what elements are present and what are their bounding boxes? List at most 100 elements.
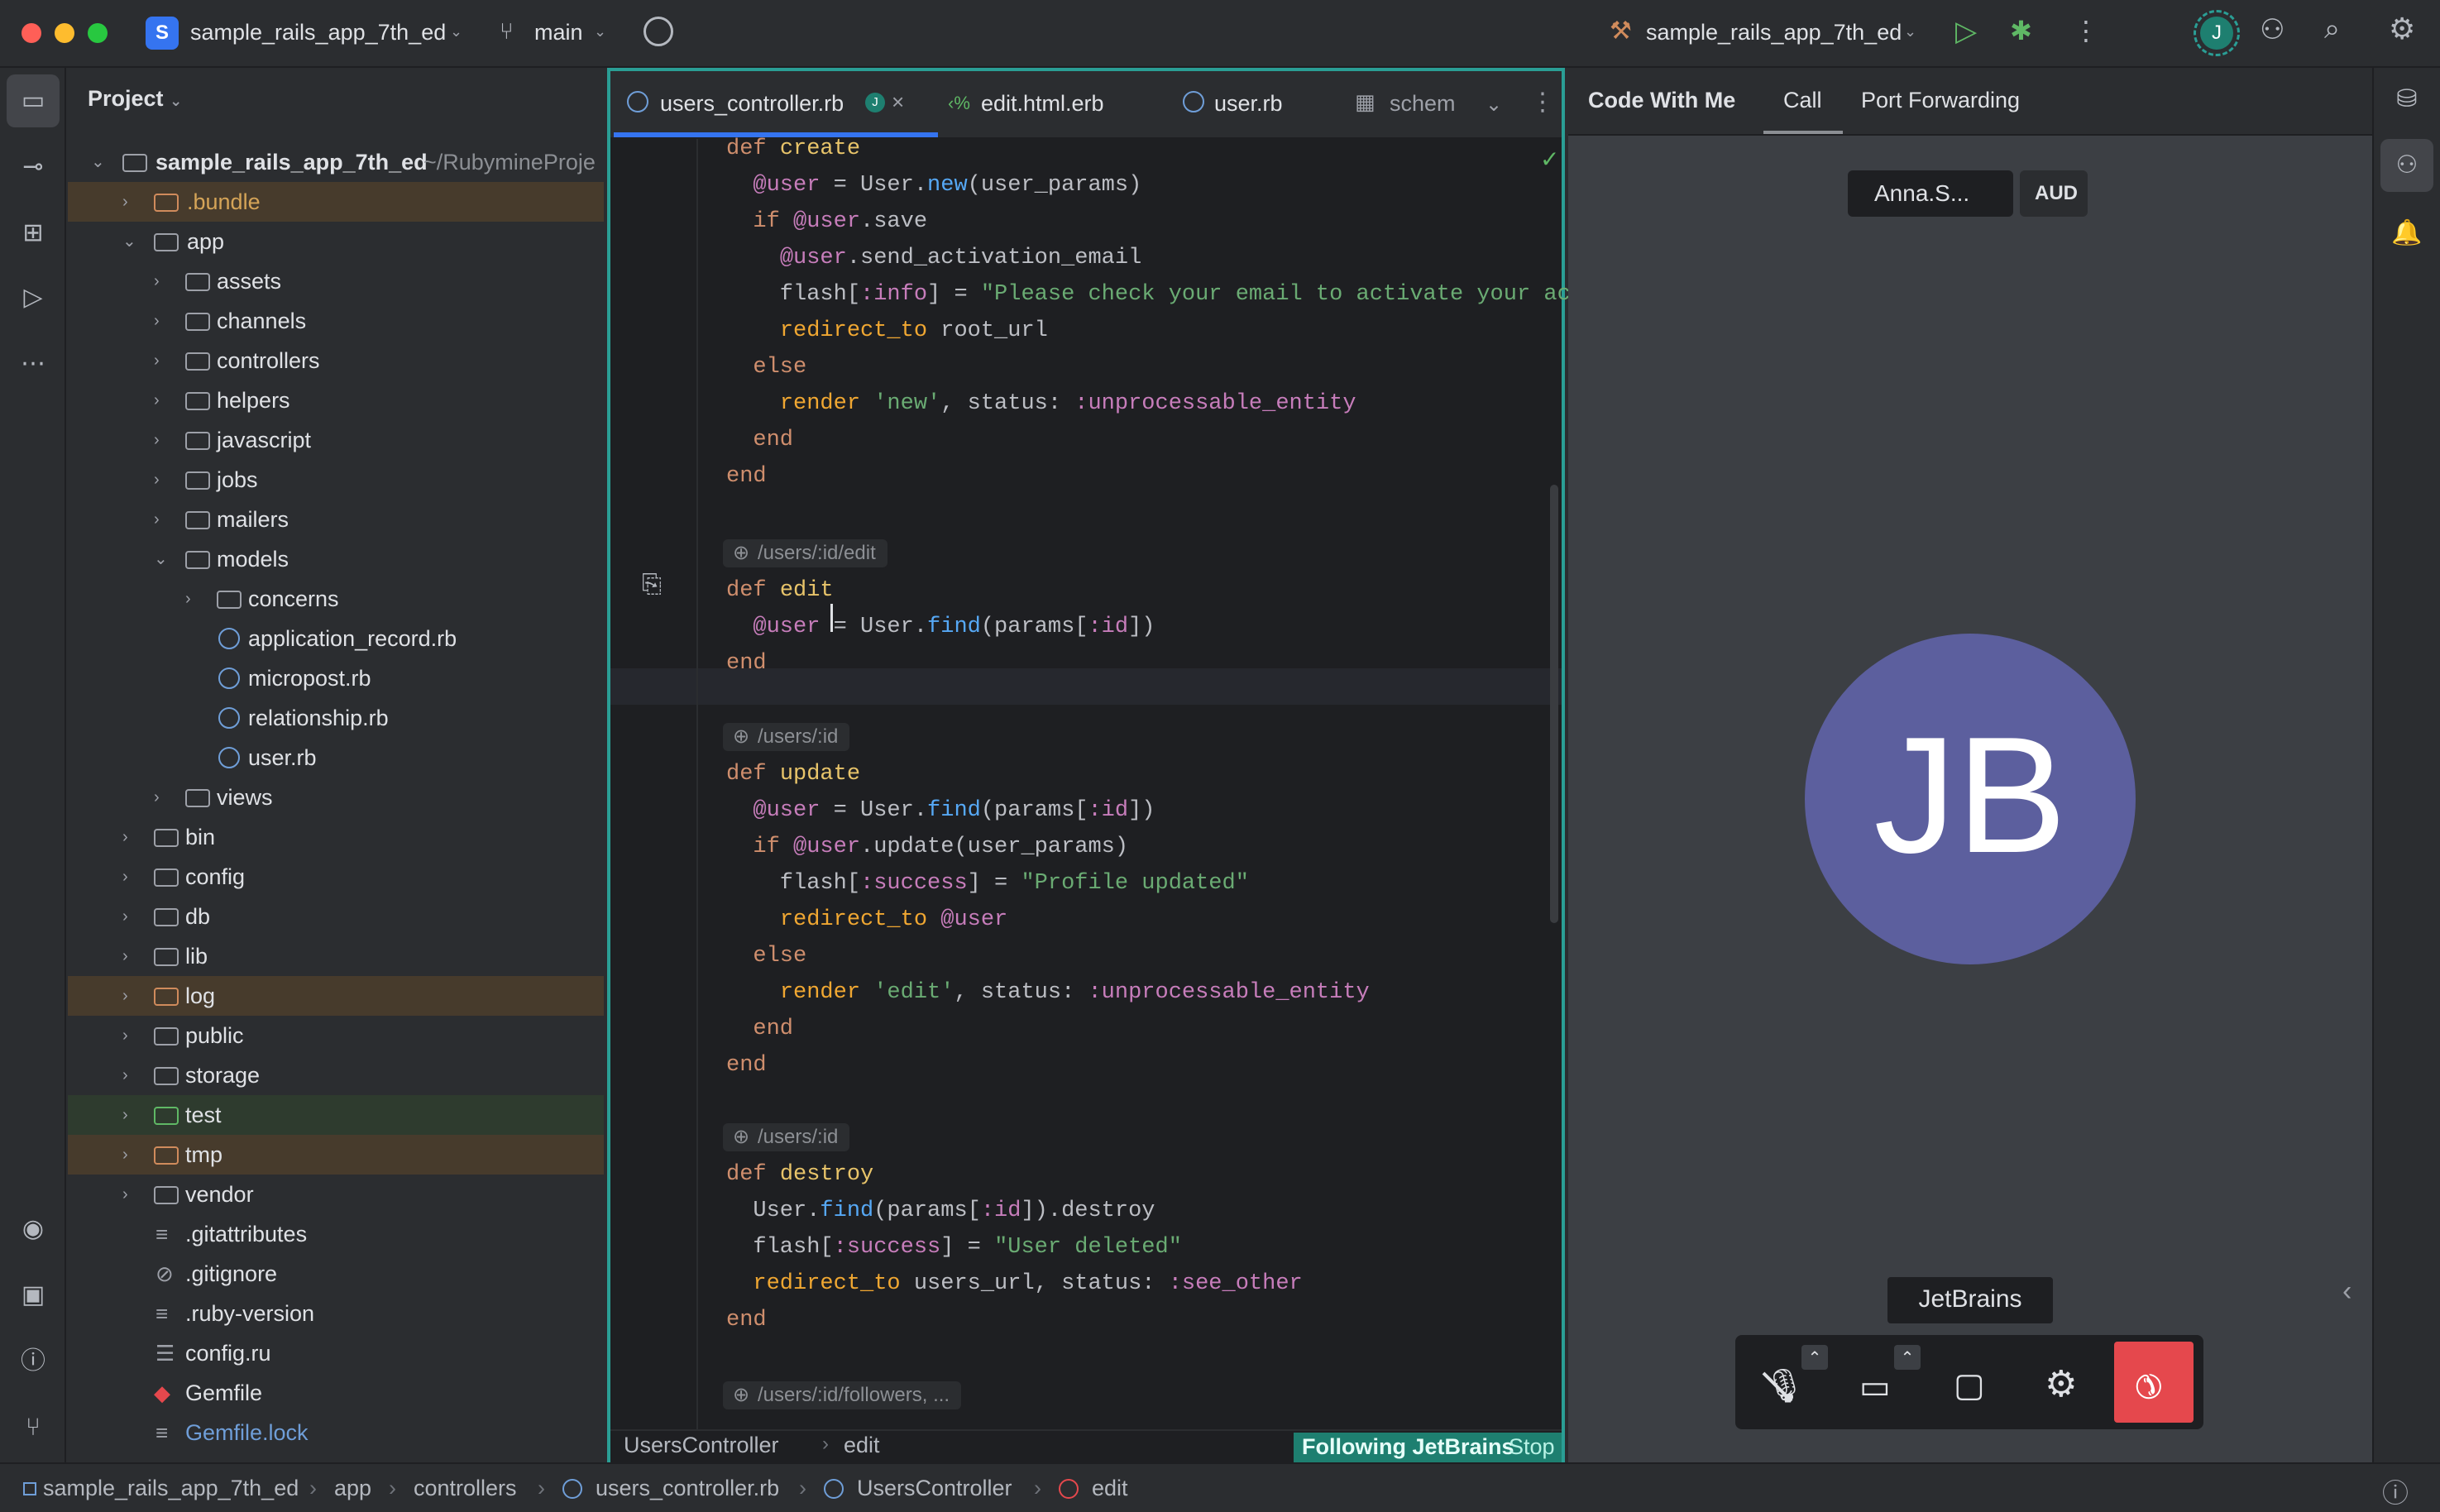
tab-port-forwarding[interactable]: Port Forwarding xyxy=(1861,88,2020,113)
bookmark-icon[interactable]: ⎘ xyxy=(642,571,662,599)
tree-item[interactable]: › lib xyxy=(68,936,604,976)
code-line[interactable]: end xyxy=(726,422,793,458)
more-icon[interactable]: ⋮ xyxy=(2073,15,2099,46)
scrollbar[interactable] xyxy=(1550,485,1558,923)
tree-item[interactable]: micropost.rb xyxy=(68,658,604,698)
breadcrumb[interactable]: users_controller.rb xyxy=(596,1476,779,1501)
code-line[interactable]: end xyxy=(726,1047,767,1084)
code-line[interactable]: flash[:info] = "Please check your email … xyxy=(726,276,1597,313)
tree-root[interactable]: ⌄ sample_rails_app_7th_ed ~/RubymineProj… xyxy=(68,142,604,182)
debug-icon[interactable]: ✱ xyxy=(2010,15,2032,46)
tree-item[interactable]: ≡ Gemfile.lock xyxy=(68,1413,604,1452)
tree-item[interactable]: ⊘ .gitignore xyxy=(68,1254,604,1294)
problems-icon[interactable]: ⓘ xyxy=(17,1345,50,1378)
tree-item[interactable]: › tmp xyxy=(68,1135,604,1175)
folder-icon[interactable]: ▭ xyxy=(17,84,50,117)
editor-crumb-class[interactable]: UsersController xyxy=(624,1433,779,1458)
tree-item[interactable]: › assets xyxy=(68,261,604,301)
project-panel-title[interactable]: Project ⌄ xyxy=(88,86,182,112)
tab-code-with-me[interactable]: Code With Me xyxy=(1588,88,1735,113)
search-icon[interactable]: ⌕ xyxy=(2324,13,2340,45)
commit-icon[interactable]: ⊸ xyxy=(17,151,50,184)
code-line[interactable]: flash[:success] = "Profile updated" xyxy=(726,865,1249,902)
tree-item[interactable]: › log xyxy=(68,976,604,1016)
close-icon[interactable]: × xyxy=(892,89,904,115)
stop-following-button[interactable]: Stop xyxy=(1509,1434,1555,1460)
tab-users-controller[interactable]: users_controller.rb xyxy=(660,91,844,117)
tree-item[interactable]: › public xyxy=(68,1016,604,1055)
code-line[interactable]: end xyxy=(726,1011,793,1047)
screen-share-icon[interactable]: ▢ xyxy=(1954,1366,1985,1404)
code-line[interactable]: def edit xyxy=(726,572,834,609)
gear-icon[interactable]: ⚙ xyxy=(2389,12,2415,46)
chevron-down-icon[interactable]: ⌄ xyxy=(1486,93,1502,117)
project-name[interactable]: sample_rails_app_7th_ed xyxy=(190,20,446,45)
tree-item[interactable]: relationship.rb xyxy=(68,698,604,738)
tree-item[interactable]: user.rb xyxy=(68,738,604,778)
code-line[interactable]: @user = User.find(params[:id]) xyxy=(726,609,1155,645)
tree-item[interactable]: › test xyxy=(68,1095,604,1135)
code-line[interactable]: render 'edit', status: :unprocessable_en… xyxy=(726,974,1370,1011)
git-icon[interactable]: ⑂ xyxy=(17,1411,50,1444)
tree-item[interactable]: ⌄ app xyxy=(68,222,604,261)
code-line[interactable]: end xyxy=(726,645,767,682)
code-line[interactable]: User.find(params[:id]).destroy xyxy=(726,1193,1155,1229)
code-line[interactable]: @user = User.find(params[:id]) xyxy=(726,792,1155,829)
notifications-bell-icon[interactable]: 🔔 xyxy=(2390,217,2423,250)
tree-item[interactable]: ≡ .gitattributes xyxy=(68,1214,604,1254)
code-line[interactable]: if @user.save xyxy=(726,203,927,240)
tab-schema[interactable]: schem xyxy=(1390,91,1456,117)
mic-muted-icon[interactable]: 🎙 xyxy=(1763,1366,1806,1405)
code-line[interactable]: else xyxy=(726,938,806,974)
tree-item[interactable]: › bin xyxy=(68,817,604,857)
tab-call[interactable]: Call xyxy=(1783,88,1822,113)
history-icon[interactable] xyxy=(643,17,673,46)
code-line[interactable]: @user = User.new(user_params) xyxy=(726,167,1141,203)
tree-item[interactable]: ≡ .ruby-version xyxy=(68,1294,604,1333)
tree-item[interactable]: ⌄ models xyxy=(68,539,604,579)
run-config-name[interactable]: sample_rails_app_7th_ed xyxy=(1646,20,1902,45)
database-icon[interactable]: ⛁ xyxy=(2390,83,2423,116)
code-line[interactable]: def destroy xyxy=(726,1156,873,1193)
tab-user-rb[interactable]: user.rb xyxy=(1214,91,1283,117)
terminal-icon[interactable]: ▣ xyxy=(17,1279,50,1312)
tree-item[interactable]: application_record.rb xyxy=(68,619,604,658)
code-line[interactable]: def create xyxy=(726,131,860,167)
code-with-me-icon[interactable]: ⚇ xyxy=(2390,149,2423,182)
breadcrumb[interactable]: edit xyxy=(1092,1476,1128,1501)
camera-options-chevron-icon[interactable]: ⌃ xyxy=(1894,1345,1921,1370)
tree-item[interactable]: › controllers xyxy=(68,341,604,380)
info-icon[interactable]: ⓘ xyxy=(2382,1472,2409,1510)
route-hint[interactable]: /users/:id xyxy=(723,723,850,751)
close-window-button[interactable] xyxy=(22,23,41,43)
breadcrumb[interactable]: controllers xyxy=(414,1476,517,1501)
structure-icon[interactable]: ⊞ xyxy=(17,217,50,250)
tree-item[interactable]: › concerns xyxy=(68,579,604,619)
code-line[interactable]: flash[:success] = "User deleted" xyxy=(726,1229,1182,1266)
code-line[interactable]: @user.send_activation_email xyxy=(726,240,1141,276)
services-icon[interactable]: ◉ xyxy=(17,1213,50,1246)
code-line[interactable]: end xyxy=(726,1302,767,1338)
run-icon[interactable]: ▷ xyxy=(1955,15,1977,48)
call-settings-gear-icon[interactable]: ⚙ xyxy=(2045,1363,2077,1405)
route-hint[interactable]: /users/:id/followers, ... xyxy=(723,1381,962,1409)
chevron-down-icon[interactable]: ⌄ xyxy=(594,23,606,41)
code-line[interactable]: def update xyxy=(726,756,860,792)
camera-off-icon[interactable]: ▭ xyxy=(1859,1368,1891,1406)
editor-crumb-method[interactable]: edit xyxy=(844,1433,880,1458)
code-line[interactable]: else xyxy=(726,349,806,385)
tree-item[interactable]: › helpers xyxy=(68,380,604,420)
add-user-icon[interactable]: ⚇ xyxy=(2260,13,2285,46)
mic-options-chevron-icon[interactable]: ⌃ xyxy=(1801,1345,1828,1370)
route-hint[interactable]: /users/:id xyxy=(723,1123,850,1151)
tree-item[interactable]: › config xyxy=(68,857,604,897)
code-line[interactable]: render 'new', status: :unprocessable_ent… xyxy=(726,385,1356,422)
tree-item[interactable]: › storage xyxy=(68,1055,604,1095)
tree-item[interactable]: › mailers xyxy=(68,500,604,539)
tree-item[interactable]: ☰ config.ru xyxy=(68,1333,604,1373)
breadcrumb[interactable]: sample_rails_app_7th_ed xyxy=(43,1476,299,1501)
code-line[interactable]: end xyxy=(726,458,767,495)
branch-name[interactable]: main xyxy=(534,20,583,45)
tree-item[interactable]: › .bundle xyxy=(68,182,604,222)
run-tool-icon[interactable]: ▷ xyxy=(17,281,50,314)
